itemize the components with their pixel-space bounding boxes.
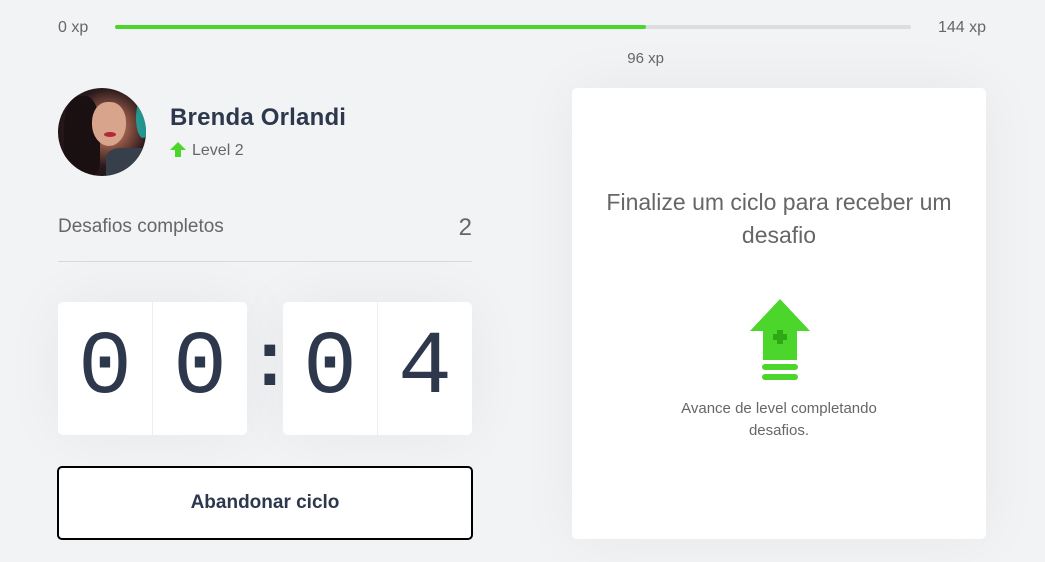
avatar [58, 88, 146, 176]
seconds-box: 0 4 [283, 302, 472, 435]
level-up-icon [750, 299, 810, 380]
profile-level: Level 2 [170, 142, 346, 160]
xp-max-label: 144 xp [937, 19, 986, 36]
xp-progress-fill [115, 25, 646, 29]
challenge-title: Finalize um ciclo para receber um desafi… [606, 189, 952, 248]
level-up-arrow-icon [170, 142, 186, 157]
profile-level-label: Level 2 [192, 142, 244, 159]
challenge-description: Avance de level completando desafios. [681, 400, 877, 439]
second-digit-right: 4 [397, 317, 452, 420]
xp-current-label: 96 xp [627, 50, 665, 67]
completed-challenges-count: 2 [458, 214, 472, 241]
completed-challenges-label: Desafios completos [58, 216, 224, 237]
profile-info: Brenda Orlandi Level 2 [170, 104, 346, 160]
experience-bar: 0 xp 96 xp 144 xp [58, 14, 986, 67]
second-digit-left: 0 [283, 302, 378, 435]
profile: Brenda Orlandi Level 2 [58, 88, 346, 176]
xp-track: 96 xp [115, 25, 911, 67]
countdown-timer: 0 0 : 0 4 [58, 302, 472, 435]
minute-digit-left: 0 [58, 302, 153, 435]
profile-name: Brenda Orlandi [170, 104, 347, 131]
xp-min-label: 0 xp [58, 19, 89, 36]
challenge-box: Finalize um ciclo para receber um desafi… [572, 88, 986, 539]
minute-digit-right: 0 [172, 317, 227, 420]
minutes-box: 0 0 [58, 302, 247, 435]
completed-challenges: Desafios completos 2 [58, 214, 472, 262]
abandon-cycle-button[interactable]: Abandonar ciclo [57, 466, 473, 540]
countdown-separator: : [247, 321, 293, 408]
